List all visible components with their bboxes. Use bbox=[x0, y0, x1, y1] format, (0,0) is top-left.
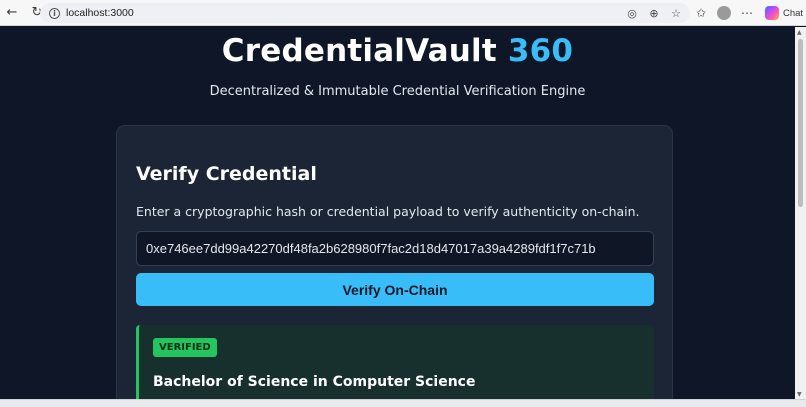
copilot-icon bbox=[765, 6, 779, 20]
profile-avatar[interactable] bbox=[715, 4, 733, 22]
verify-description: Enter a cryptographic hash or credential… bbox=[136, 204, 640, 219]
verify-card: Verify Credential Enter a cryptographic … bbox=[116, 125, 673, 399]
collections-icon[interactable]: ✩ bbox=[692, 4, 710, 22]
page-title: CredentialVault 360 bbox=[0, 33, 795, 69]
more-icon[interactable]: ⋯ bbox=[738, 4, 756, 22]
page-content: CredentialVault 360 Decentralized & Immu… bbox=[0, 27, 795, 399]
info-icon[interactable]: i bbox=[49, 7, 60, 19]
scroll-up-icon[interactable]: ▲ bbox=[797, 29, 802, 36]
bottom-edge bbox=[0, 399, 806, 407]
address-bar[interactable]: i localhost:3000 ◎ ⊕ ☆ bbox=[40, 3, 690, 23]
title-main: CredentialVault bbox=[221, 33, 497, 69]
address-bar-actions: ◎ ⊕ ☆ bbox=[624, 5, 684, 21]
translate-icon[interactable]: ◎ bbox=[624, 5, 640, 21]
status-badge: VERIFIED bbox=[153, 338, 217, 357]
zoom-icon[interactable]: ⊕ bbox=[646, 5, 662, 21]
url-text[interactable]: localhost:3000 bbox=[66, 7, 134, 19]
verification-result: VERIFIED Bachelor of Science in Computer… bbox=[136, 325, 654, 399]
scrollbar-thumb[interactable] bbox=[798, 39, 803, 207]
verify-on-chain-button[interactable]: Verify On-Chain bbox=[136, 273, 654, 306]
verify-title: Verify Credential bbox=[136, 163, 317, 185]
credential-title: Bachelor of Science in Computer Science bbox=[153, 374, 476, 390]
title-accent: 360 bbox=[507, 33, 574, 69]
favorite-icon[interactable]: ☆ bbox=[668, 5, 684, 21]
browser-toolbar: ← ↻ i localhost:3000 ◎ ⊕ ☆ ✩ ⋯ Chat bbox=[0, 0, 806, 26]
page-subtitle: Decentralized & Immutable Credential Ver… bbox=[209, 84, 586, 99]
page-scrollbar[interactable]: ▲ ▼ bbox=[795, 27, 806, 399]
toolbar-actions: ✩ ⋯ Chat bbox=[692, 4, 803, 22]
chat-button[interactable]: Chat bbox=[765, 6, 803, 20]
scroll-down-icon[interactable]: ▼ bbox=[797, 391, 802, 398]
back-icon[interactable]: ← bbox=[3, 4, 21, 22]
chat-label: Chat bbox=[783, 7, 804, 19]
hash-input[interactable] bbox=[136, 231, 654, 266]
